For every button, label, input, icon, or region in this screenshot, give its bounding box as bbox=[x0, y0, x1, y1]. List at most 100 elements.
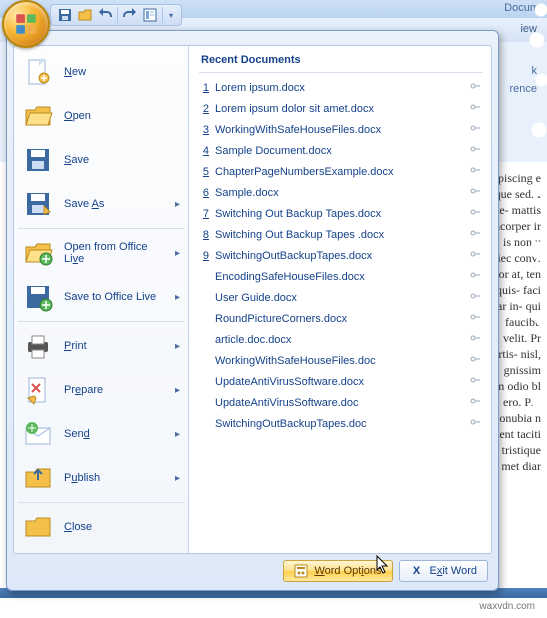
recent-doc-name: article.doc.docx bbox=[215, 334, 463, 346]
qat-separator-2 bbox=[162, 7, 163, 23]
menu-separator bbox=[18, 228, 184, 229]
recent-doc-item[interactable]: 3WorkingWithSafeHouseFiles.docx bbox=[199, 119, 483, 140]
menu-openlive-label: Open from Office Live bbox=[64, 241, 165, 265]
recent-doc-item[interactable]: RoundPictureCorners.docx bbox=[199, 308, 483, 329]
recent-doc-name: WorkingWithSafeHouseFiles.doc bbox=[215, 355, 463, 367]
recent-doc-name: SwitchingOutBackupTapes.doc bbox=[215, 418, 463, 430]
pin-icon[interactable] bbox=[469, 143, 483, 158]
menu-send-label: Send bbox=[64, 428, 165, 440]
office-menu-body: NewOpenSaveSave As▸Open from Office Live… bbox=[13, 45, 492, 554]
menu-saveas[interactable]: Save As ▸ bbox=[14, 182, 188, 226]
pin-icon[interactable] bbox=[469, 269, 483, 284]
recent-doc-accelerator: 6 bbox=[199, 187, 209, 199]
open-icon bbox=[22, 100, 54, 132]
recent-doc-item[interactable]: User Guide.docx bbox=[199, 287, 483, 308]
recent-doc-item[interactable]: 4Sample Document.docx bbox=[199, 140, 483, 161]
recent-documents-header: Recent Documents bbox=[199, 52, 483, 73]
recent-doc-name: Lorem ipsum dolor sit amet.docx bbox=[215, 103, 463, 115]
qat-redo-icon[interactable] bbox=[122, 7, 138, 23]
recent-doc-item[interactable]: article.doc.docx bbox=[199, 329, 483, 350]
recent-doc-name: User Guide.docx bbox=[215, 292, 463, 304]
send-icon bbox=[22, 418, 54, 450]
pin-icon[interactable] bbox=[469, 80, 483, 95]
recent-doc-name: Sample Document.docx bbox=[215, 145, 463, 157]
recent-doc-item[interactable]: 6 Sample.docx bbox=[199, 182, 483, 203]
recent-doc-item[interactable]: UpdateAntiVirusSoftware.docx bbox=[199, 371, 483, 392]
qat-customize-dropdown-icon[interactable]: ▾ bbox=[167, 7, 175, 23]
recent-doc-item[interactable]: 7Switching Out Backup Tapes.docx bbox=[199, 203, 483, 224]
qat-style-icon[interactable] bbox=[142, 7, 158, 23]
exit-word-button[interactable]: X Exit Word bbox=[399, 560, 488, 582]
new-icon bbox=[22, 56, 54, 88]
recent-doc-item[interactable]: EncodingSafeHouseFiles.docx bbox=[199, 266, 483, 287]
word-options-button[interactable]: Word Options bbox=[283, 560, 392, 582]
recent-doc-name: Sample.docx bbox=[215, 187, 463, 199]
recent-doc-name: EncodingSafeHouseFiles.docx bbox=[215, 271, 463, 283]
recent-doc-name: Lorem ipsum.docx bbox=[215, 82, 463, 94]
print-icon bbox=[22, 330, 54, 362]
recent-doc-item[interactable]: 1Lorem ipsum.docx bbox=[199, 77, 483, 98]
recent-doc-name: Switching Out Backup Tapes.docx bbox=[215, 208, 463, 220]
pin-icon[interactable] bbox=[469, 311, 483, 326]
pin-icon[interactable] bbox=[469, 353, 483, 368]
recent-documents-pane: Recent Documents 1Lorem ipsum.docx 2 Lorem… bbox=[189, 46, 491, 553]
office-logo-icon bbox=[13, 11, 39, 37]
recent-documents-list: 1Lorem ipsum.docx 2 Lorem ipsum dolor sit … bbox=[199, 77, 483, 434]
submenu-arrow-icon: ▸ bbox=[175, 473, 180, 484]
recent-doc-name: Switching Out Backup Tapes .docx bbox=[215, 229, 463, 241]
submenu-arrow-icon: ▸ bbox=[175, 248, 180, 259]
office-button[interactable] bbox=[2, 0, 50, 48]
pin-icon[interactable] bbox=[469, 101, 483, 116]
pin-icon[interactable] bbox=[469, 122, 483, 137]
recent-doc-item[interactable]: 8Switching Out Backup Tapes .docx bbox=[199, 224, 483, 245]
menu-separator bbox=[18, 321, 184, 322]
savelive-icon bbox=[22, 281, 54, 313]
submenu-arrow-icon: ▸ bbox=[175, 199, 180, 210]
menu-send[interactable]: Send▸ bbox=[14, 412, 188, 456]
openlive-icon bbox=[22, 237, 54, 269]
qat-separator bbox=[117, 7, 118, 23]
menu-close[interactable]: Close bbox=[14, 505, 188, 549]
office-menu-footer: Word Options X Exit Word bbox=[13, 554, 492, 584]
pin-icon[interactable] bbox=[469, 416, 483, 431]
pin-icon[interactable] bbox=[469, 164, 483, 179]
recent-doc-item[interactable]: 9SwitchingOutBackupTapes.docx bbox=[199, 245, 483, 266]
menu-open[interactable]: Open bbox=[14, 94, 188, 138]
menu-publish[interactable]: Publish▸ bbox=[14, 456, 188, 500]
menu-openlive[interactable]: Open from Office Live ▸ bbox=[14, 231, 188, 275]
submenu-arrow-icon: ▸ bbox=[175, 292, 180, 303]
menu-saveas-label: Save As bbox=[64, 198, 165, 210]
recent-doc-item[interactable]: SwitchingOutBackupTapes.doc bbox=[199, 413, 483, 434]
qat-save-icon[interactable] bbox=[57, 7, 73, 23]
qat-open-icon[interactable] bbox=[77, 7, 93, 23]
prepare-icon bbox=[22, 374, 54, 406]
recent-doc-accelerator: 2 bbox=[199, 103, 209, 115]
recent-doc-item[interactable]: 5ChapterPageNumbersExample.docx bbox=[199, 161, 483, 182]
menu-print[interactable]: Print▸ bbox=[14, 324, 188, 368]
pin-icon[interactable] bbox=[469, 227, 483, 242]
pin-icon[interactable] bbox=[469, 374, 483, 389]
recent-doc-item[interactable]: UpdateAntiVirusSoftware.doc bbox=[199, 392, 483, 413]
menu-close-label: Close bbox=[64, 521, 180, 533]
menu-new[interactable]: New bbox=[14, 50, 188, 94]
qat-undo-icon[interactable] bbox=[97, 7, 113, 23]
menu-save[interactable]: Save bbox=[14, 138, 188, 182]
close-icon: X bbox=[410, 564, 424, 578]
menu-new-label: New bbox=[64, 66, 180, 78]
pin-icon[interactable] bbox=[469, 395, 483, 410]
pin-icon[interactable] bbox=[469, 206, 483, 221]
pin-icon[interactable] bbox=[469, 248, 483, 263]
menu-prepare-label: Prepare bbox=[64, 384, 165, 396]
save-icon bbox=[22, 144, 54, 176]
pin-icon[interactable] bbox=[469, 332, 483, 347]
office-menu-commands: NewOpenSaveSave As▸Open from Office Live… bbox=[14, 46, 189, 553]
recent-doc-item[interactable]: 2 Lorem ipsum dolor sit amet.docx bbox=[199, 98, 483, 119]
pin-icon[interactable] bbox=[469, 290, 483, 305]
recent-doc-name: RoundPictureCorners.docx bbox=[215, 313, 463, 325]
recent-doc-item[interactable]: WorkingWithSafeHouseFiles.doc bbox=[199, 350, 483, 371]
saveas-icon bbox=[22, 188, 54, 220]
submenu-arrow-icon: ▸ bbox=[175, 341, 180, 352]
pin-icon[interactable] bbox=[469, 185, 483, 200]
menu-savelive[interactable]: Save to Office Live▸ bbox=[14, 275, 188, 319]
menu-prepare[interactable]: Prepare▸ bbox=[14, 368, 188, 412]
